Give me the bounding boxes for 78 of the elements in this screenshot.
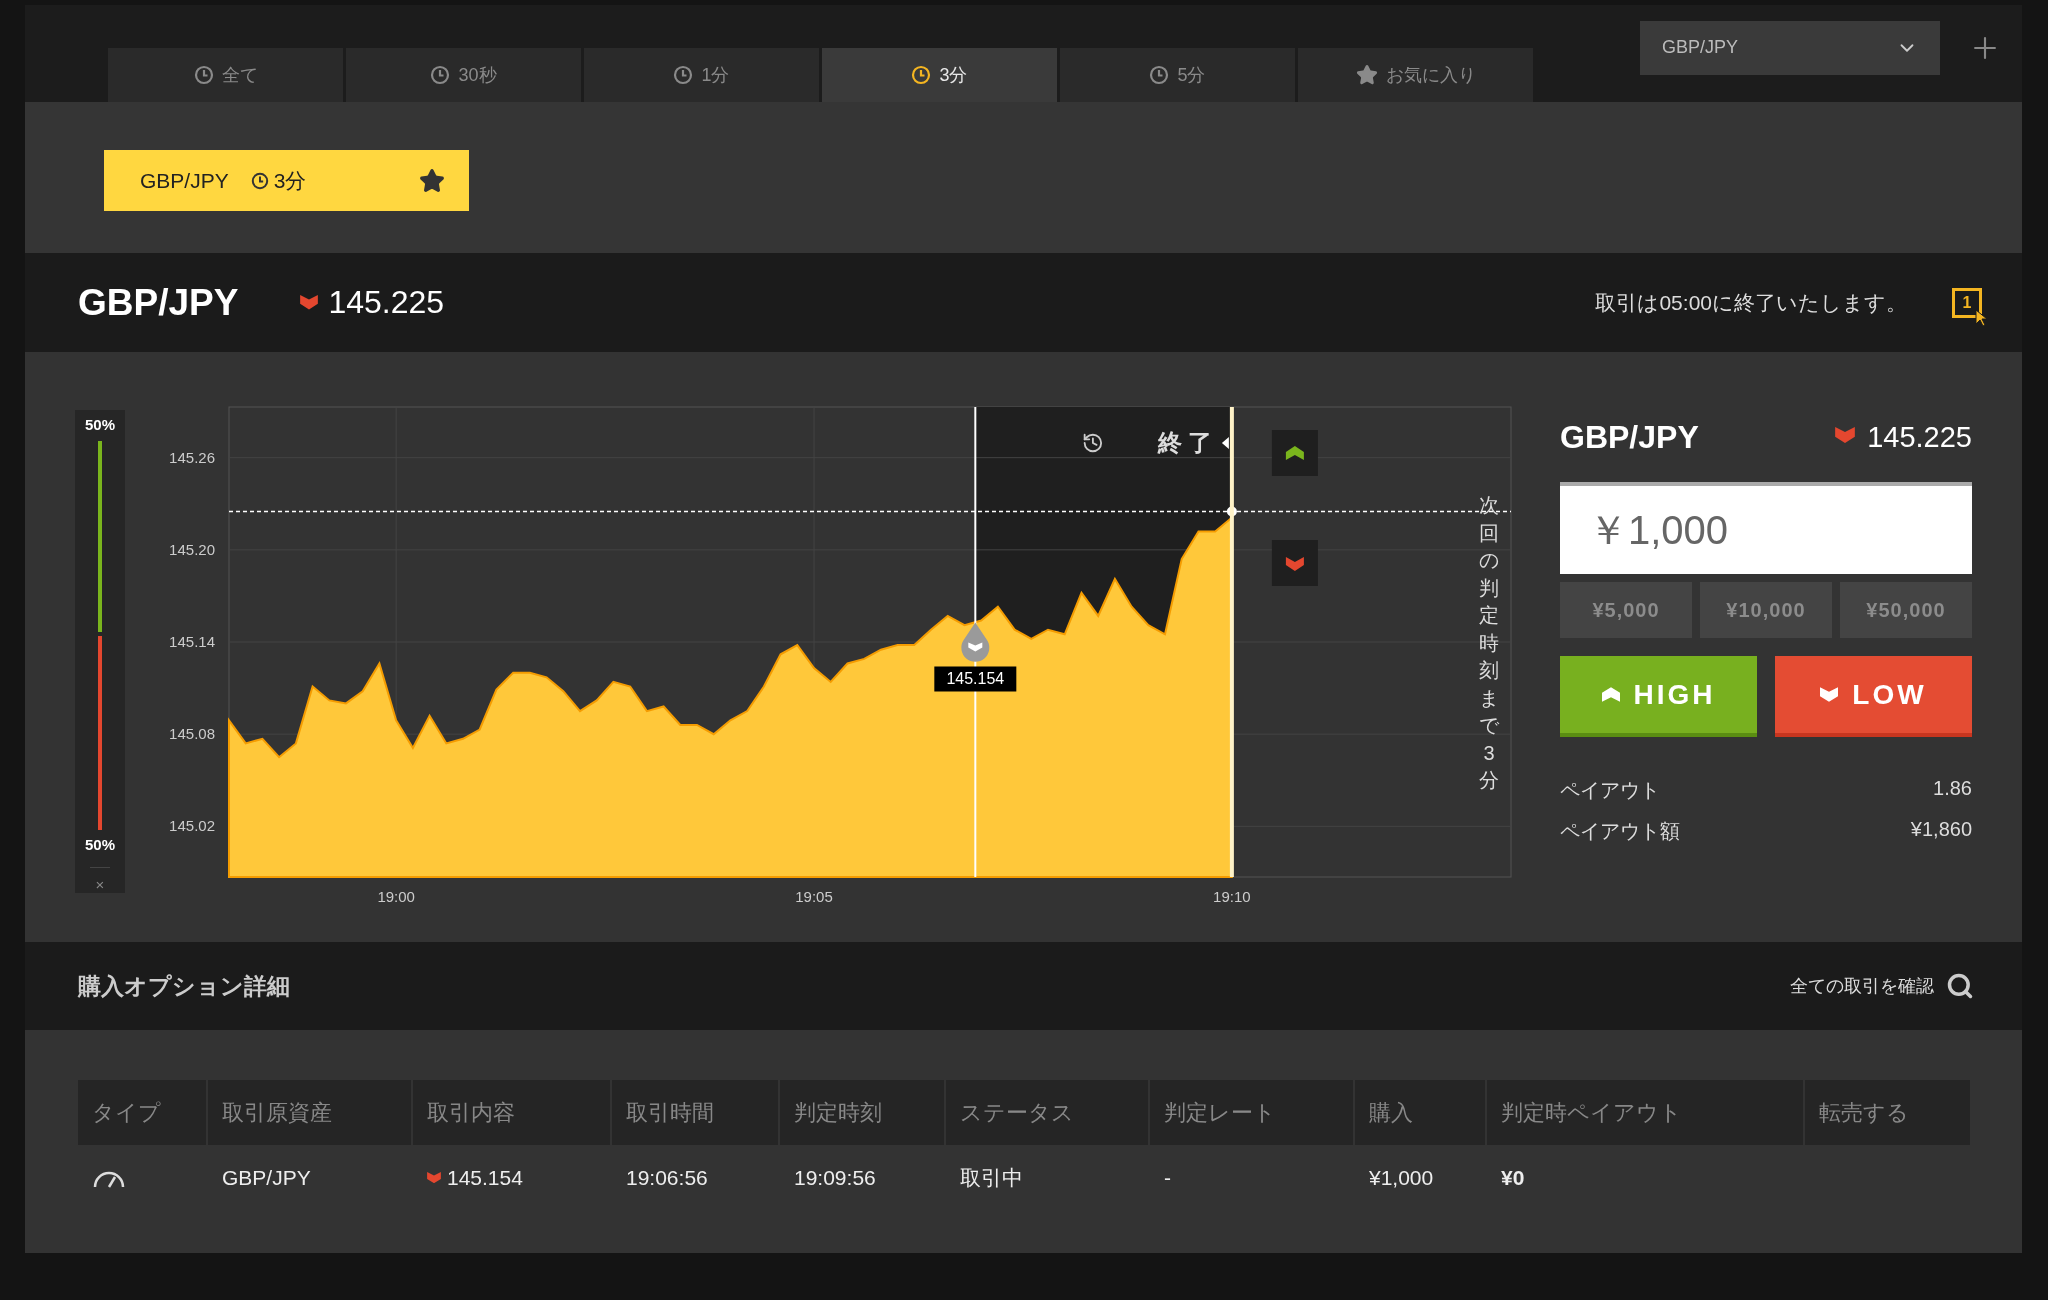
countdown-label: 次回の判定時刻まで3分 [1479, 494, 1499, 791]
star-icon [1355, 64, 1378, 86]
clock-icon [430, 65, 451, 85]
duration-label: 3分 [273, 167, 307, 194]
payout-value: 1.86 [1933, 777, 1972, 801]
clock-icon [250, 171, 269, 190]
y-axis-label: 145.20 [169, 540, 215, 558]
expiry-dot-icon [1226, 506, 1237, 517]
search-icon [1946, 972, 1974, 1000]
table-cell-text: ¥0 [1500, 1164, 1526, 1191]
history-icon [1084, 434, 1102, 452]
column-header: 判定レート [1150, 1080, 1355, 1145]
duration-tab[interactable]: 1分 [584, 48, 819, 102]
clock-icon [673, 65, 694, 85]
table-cell-text: 19:06:56 [625, 1164, 709, 1191]
pair-label: GBP/JPY [140, 168, 229, 193]
clock-icon [193, 65, 214, 85]
column-header: ステータス [946, 1080, 1150, 1145]
up-arrow-button[interactable] [1271, 430, 1318, 476]
column-header: 判定時ペイアウト [1487, 1080, 1805, 1145]
x-axis-label: 19:10 [1213, 888, 1251, 905]
table-cell-text: 取引中 [959, 1164, 1024, 1191]
annotation: 145.154 [946, 670, 1005, 688]
entry-pin-icon [961, 622, 990, 662]
pair-title: GBP/JPY [1560, 418, 1699, 456]
quick-amount-button[interactable]: ¥50,000 [1840, 582, 1972, 638]
cursor-icon [1975, 308, 1989, 327]
column-header: 購入 [1355, 1080, 1487, 1145]
current-rate: 145.225 [1867, 420, 1972, 454]
low-percent: 50% [85, 836, 115, 853]
x-axis-label: 19:00 [377, 888, 415, 905]
high-button[interactable]: HIGH [1560, 656, 1757, 737]
payout-label: ペイアウト [1560, 778, 1660, 803]
column-header: タイプ [78, 1080, 208, 1145]
section-title: 購入オプション詳細 [78, 971, 290, 1001]
table-cell-text: - [1163, 1164, 1172, 1191]
y-axis-label: 145.02 [169, 817, 215, 835]
table-cell-text: ¥1,000 [1368, 1164, 1435, 1191]
high-percent: 50% [85, 416, 115, 433]
table-cell-text: 19:09:56 [793, 1164, 877, 1191]
up-arrow-icon [1601, 687, 1620, 702]
quick-amount-button[interactable]: ¥10,000 [1700, 582, 1832, 638]
favorite-pair-card[interactable]: GBP/JPY 3分 [104, 150, 469, 211]
column-header: 判定時刻 [780, 1080, 946, 1145]
all-trades-link[interactable]: 全ての取引を確認 [1790, 972, 1974, 1000]
quick-amount-button[interactable]: ¥5,000 [1560, 582, 1692, 638]
y-axis-label: 145.08 [169, 725, 215, 743]
clock-icon [911, 65, 932, 85]
x-axis-label: 19:05 [795, 888, 833, 905]
down-arrow-icon [1820, 687, 1839, 702]
duration-tab[interactable]: お気に入り [1298, 48, 1533, 102]
pair-select[interactable]: GBP/JPY [1640, 20, 1940, 75]
column-header: 取引内容 [413, 1080, 612, 1145]
rate-tag: 145.154 [934, 666, 1017, 692]
expiry-label: 終了 [1157, 429, 1218, 456]
duration-tab[interactable]: 3分 [822, 48, 1057, 102]
column-header: 取引時間 [612, 1080, 780, 1145]
duration-tab[interactable]: 全て [108, 48, 343, 102]
amount-field[interactable]: ￥1,000 [1560, 482, 1972, 574]
y-axis-label: 145.14 [169, 633, 215, 650]
payout-label: ペイアウト額 [1560, 819, 1680, 844]
star-icon[interactable] [419, 167, 445, 194]
close-button[interactable]: × [89, 867, 111, 893]
y-axis-label: 145.26 [169, 448, 215, 466]
down-arrow-button[interactable] [1271, 540, 1318, 586]
pair-title: GBP/JPY [78, 281, 239, 324]
pointer-icon [1221, 437, 1229, 449]
duration-tab[interactable]: 30秒 [346, 48, 581, 102]
table-cell: 145.154 [447, 1165, 523, 1190]
payout-value: ¥1,860 [1910, 818, 1972, 842]
column-header: 転売する [1805, 1080, 1972, 1145]
clock-icon [1149, 65, 1170, 85]
table-cell-text: GBP/JPY [221, 1164, 312, 1191]
trading-notice: 取引は05:00に終了いたします。 [1595, 289, 1907, 316]
low-button[interactable]: LOW [1775, 656, 1972, 737]
current-rate: 145.225 [328, 284, 445, 321]
duration-tab[interactable]: 5分 [1060, 48, 1295, 102]
column-header: 取引原資産 [208, 1080, 413, 1145]
